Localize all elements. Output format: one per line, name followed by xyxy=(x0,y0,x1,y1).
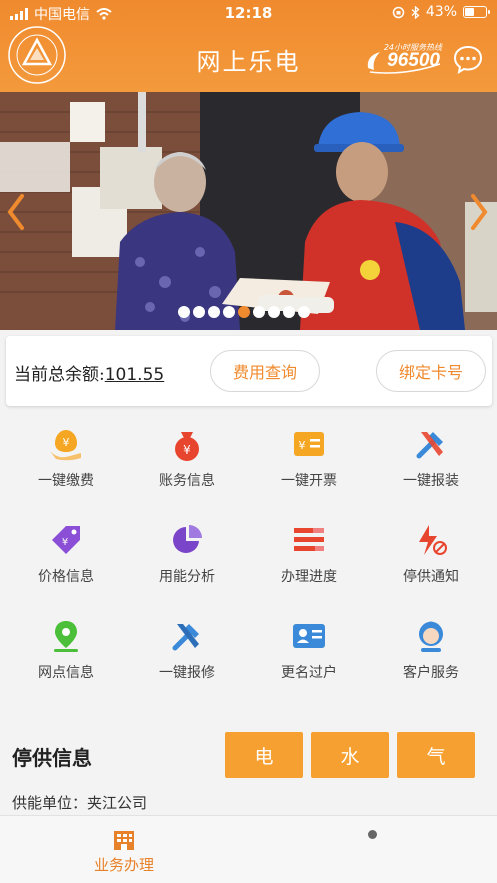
status-bar: 中国电信 12:18 43% xyxy=(0,0,497,26)
service-grid: ¥ 一键缴费 ¥ 账务信息 ¥ 一键开票 一键报装 ¥ 价格信息 用能分析 办理… xyxy=(0,414,497,714)
svg-text:¥: ¥ xyxy=(183,443,191,457)
location-pin-icon xyxy=(54,621,78,652)
banner-next-icon[interactable] xyxy=(467,192,491,232)
svg-text:¥: ¥ xyxy=(62,537,68,548)
banner-dot[interactable] xyxy=(193,306,205,318)
customer-service-icon xyxy=(419,621,443,652)
app-header: 中国电信 12:18 43% 网上乐电 24小时服务热线 96500 xyxy=(0,0,497,92)
fee-query-button[interactable]: 费用查询 xyxy=(210,350,320,392)
battery-percent: 43% xyxy=(425,4,457,20)
balance-label: 当前总余额:101.55 xyxy=(14,360,164,385)
service-label: 更名过户 xyxy=(281,665,337,681)
outage-section-title: 停供信息 xyxy=(12,746,92,770)
service-item-progress[interactable]: 办理进度 xyxy=(247,522,371,586)
promo-banner[interactable] xyxy=(0,92,497,330)
repair-tools-icon xyxy=(172,624,199,651)
service-label: 网点信息 xyxy=(38,665,94,681)
service-item-repair[interactable]: 一键报修 xyxy=(125,618,249,682)
service-label: 一键缴费 xyxy=(38,473,94,489)
service-label: 账务信息 xyxy=(159,473,215,489)
service-item-billing[interactable]: ¥ 账务信息 xyxy=(125,426,249,490)
tab-business[interactable]: 业务办理 xyxy=(88,828,160,875)
service-label: 一键报装 xyxy=(403,473,459,489)
price-tag-icon: ¥ xyxy=(52,526,80,554)
bind-card-button[interactable]: 绑定卡号 xyxy=(376,350,486,392)
service-item-install[interactable]: 一键报装 xyxy=(369,426,493,490)
service-label: 用能分析 xyxy=(159,569,215,585)
pie-chart-icon xyxy=(173,525,202,553)
service-label: 停供通知 xyxy=(403,569,459,585)
bottom-tab-bar: 业务办理 xyxy=(0,815,497,883)
hotline-button[interactable]: 24小时服务热线 96500 xyxy=(364,40,444,74)
svg-text:¥: ¥ xyxy=(299,439,306,452)
balance-label-text: 当前总余额: xyxy=(14,365,105,385)
banner-dot[interactable] xyxy=(208,306,220,318)
banner-dot[interactable] xyxy=(253,306,265,318)
banner-dot[interactable] xyxy=(178,306,190,318)
building-icon xyxy=(114,831,134,850)
service-item-analysis[interactable]: 用能分析 xyxy=(125,522,249,586)
service-item-customer-service[interactable]: 客户服务 xyxy=(369,618,493,682)
tab-business-label: 业务办理 xyxy=(93,856,154,874)
hotline-number: 96500 xyxy=(387,50,440,71)
banner-prev-icon[interactable] xyxy=(4,192,28,232)
svg-text:¥: ¥ xyxy=(63,436,70,449)
orientation-lock-icon xyxy=(392,6,405,18)
service-label: 一键开票 xyxy=(281,473,337,489)
power-off-icon xyxy=(419,525,447,555)
balance-card: 当前总余额:101.55 费用查询 绑定卡号 xyxy=(6,336,492,406)
bluetooth-icon xyxy=(411,5,420,19)
service-item-outage[interactable]: 停供通知 xyxy=(369,522,493,586)
battery-icon xyxy=(463,6,490,18)
service-label: 办理进度 xyxy=(281,569,337,585)
banner-dot[interactable] xyxy=(283,306,295,318)
banner-dot[interactable] xyxy=(268,306,280,318)
electricity-button[interactable]: 电 xyxy=(225,732,303,778)
service-item-payment[interactable]: ¥ 一键缴费 xyxy=(4,426,128,490)
assistive-touch-dot[interactable] xyxy=(368,830,377,839)
balance-value[interactable]: 101.55 xyxy=(105,365,164,385)
service-item-rename[interactable]: 更名过户 xyxy=(247,618,371,682)
water-button[interactable]: 水 xyxy=(311,732,389,778)
banner-pagination[interactable] xyxy=(178,306,310,318)
service-label: 一键报修 xyxy=(159,665,215,681)
service-label: 客户服务 xyxy=(403,665,459,681)
progress-list-icon xyxy=(294,528,324,551)
id-card-icon xyxy=(293,624,325,648)
tools-icon xyxy=(416,432,443,459)
service-label: 价格信息 xyxy=(38,569,94,585)
money-bag-icon: ¥ xyxy=(175,432,199,461)
banner-photo xyxy=(0,92,497,330)
service-item-price[interactable]: ¥ 价格信息 xyxy=(4,522,128,586)
banner-dot[interactable] xyxy=(223,306,235,318)
payment-bag-icon: ¥ xyxy=(50,430,81,461)
invoice-icon: ¥ xyxy=(294,432,324,456)
service-item-outlets[interactable]: 网点信息 xyxy=(4,618,128,682)
gas-button[interactable]: 气 xyxy=(397,732,475,778)
service-item-invoice[interactable]: ¥ 一键开票 xyxy=(247,426,371,490)
supplier-text: 供能单位：夹江公司 xyxy=(12,794,148,812)
banner-dot[interactable] xyxy=(298,306,310,318)
chat-icon[interactable] xyxy=(453,44,483,74)
banner-dot[interactable] xyxy=(238,306,250,318)
